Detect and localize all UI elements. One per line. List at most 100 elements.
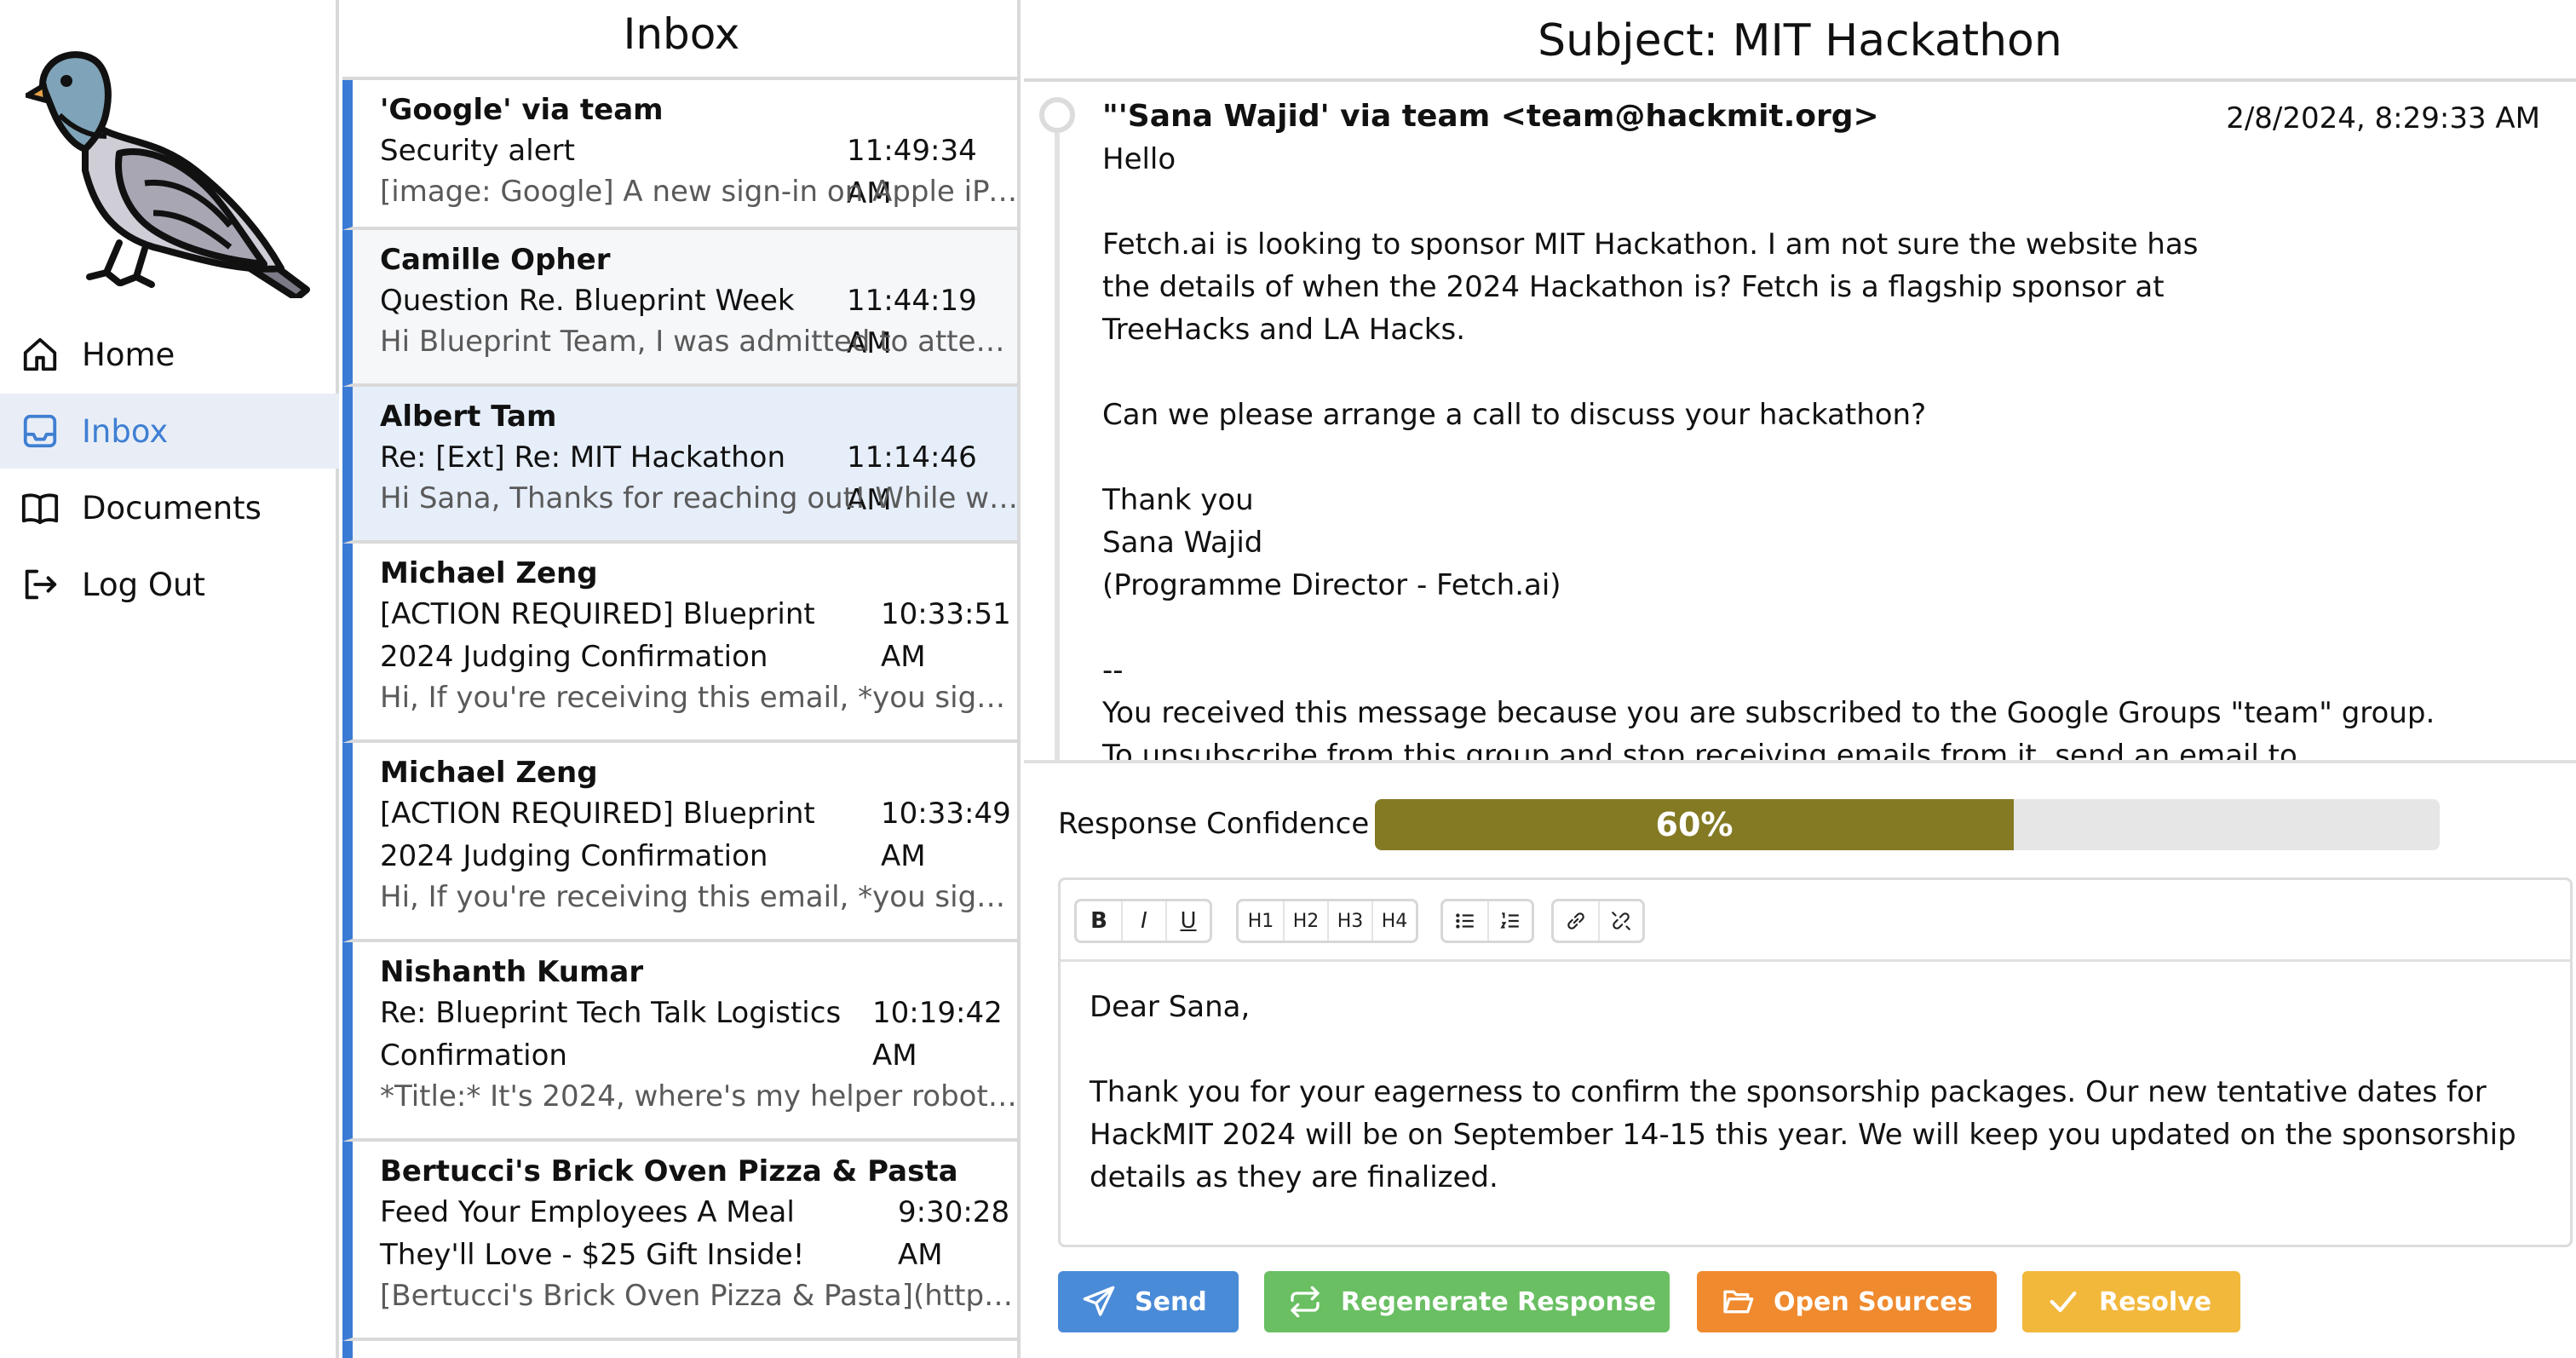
email-snippet: Hi, If you're receiving this email, *you… xyxy=(380,681,1019,715)
email-sender: Bertucci's Brick Oven Pizza & Pasta xyxy=(380,1154,958,1188)
body-line: To unsubscribe from this group and stop … xyxy=(1102,739,2297,763)
sidebar-item-label: Home xyxy=(82,336,175,373)
email-row[interactable]: Camille Opher Question Re. Blueprint Wee… xyxy=(342,230,1019,387)
sidebar-item-label: Inbox xyxy=(82,412,169,450)
format-group: B I U xyxy=(1074,899,1212,943)
email-subject: Security alert xyxy=(380,134,575,168)
confidence-fill: 60% xyxy=(1375,799,2014,850)
email-snippet: [Bertucci's Brick Oven Pizza & Pasta](ht… xyxy=(380,1279,1019,1313)
open-sources-label: Open Sources xyxy=(1774,1286,1973,1317)
bold-button[interactable]: B xyxy=(1077,901,1121,941)
h4-button[interactable]: H4 xyxy=(1371,901,1416,941)
resolve-label: Resolve xyxy=(2099,1286,2212,1317)
editor-content[interactable]: Dear Sana, Thank you for your eagerness … xyxy=(1090,986,2538,1199)
editor-line xyxy=(1090,1028,2538,1071)
body-line: Thank you xyxy=(1102,483,1254,517)
sidebar-item-inbox[interactable]: Inbox xyxy=(0,394,339,469)
heading-group: H1 H2 H3 H4 xyxy=(1236,899,1418,943)
list-group xyxy=(1440,899,1534,943)
email-subject: Re: [Ext] Re: MIT Hackathon xyxy=(380,440,786,475)
email-subject: [ACTION REQUIRED] Blueprint 2024 Judging… xyxy=(380,797,815,873)
body-line: Fetch.ai is looking to sponsor MIT Hacka… xyxy=(1102,227,2199,262)
email-snippet: Hi Blueprint Team, I was admitted to att… xyxy=(380,325,1019,359)
check-icon xyxy=(2050,1291,2077,1313)
message-date: 2/8/2024, 8:29:33 AM xyxy=(2226,101,2540,135)
email-row[interactable] xyxy=(342,1341,1017,1358)
unlink-button[interactable] xyxy=(1598,901,1642,941)
inbox-icon xyxy=(23,414,57,448)
email-sender: Michael Zeng xyxy=(380,556,598,590)
folder-open-icon xyxy=(1723,1290,1754,1314)
link-button[interactable] xyxy=(1554,901,1598,941)
numbered-list-icon xyxy=(1500,912,1519,929)
thread-line xyxy=(1055,116,1060,760)
editor-toolbar: B I U H1 H2 H3 H4 xyxy=(1061,880,2570,962)
editor-line: Thank you for your eagerness to confirm … xyxy=(1090,1075,2487,1109)
book-icon xyxy=(21,493,59,525)
email-time: 10:19:42 AM xyxy=(872,996,1003,1073)
editor-line: Dear Sana, xyxy=(1090,990,1251,1024)
email-snippet: Hi Sana, Thanks for reaching out! While … xyxy=(380,481,1019,515)
regenerate-label: Regenerate Response xyxy=(1341,1286,1657,1317)
numbered-list-button[interactable] xyxy=(1487,901,1532,941)
body-line xyxy=(1102,351,2550,394)
email-sender: Albert Tam xyxy=(380,400,557,434)
editor-line: HackMIT 2024 will be on September 14-15 … xyxy=(1090,1118,2516,1152)
email-snippet: *Title:* It's 2024, where's my helper ro… xyxy=(380,1079,1017,1113)
body-line: Can we please arrange a call to discuss … xyxy=(1102,398,1927,432)
repeat-icon xyxy=(1291,1286,1320,1318)
regenerate-button[interactable]: Regenerate Response xyxy=(1264,1271,1670,1332)
email-row-selected[interactable]: Albert Tam Re: [Ext] Re: MIT Hackathon 1… xyxy=(342,387,1019,544)
email-row[interactable]: Bertucci's Brick Oven Pizza & Pasta Feed… xyxy=(342,1142,1019,1341)
body-line: TreeHacks and LA Hacks. xyxy=(1102,313,1466,347)
h3-button[interactable]: H3 xyxy=(1327,901,1371,941)
inbox-list: Inbox 'Google' via team Security alert 1… xyxy=(342,0,1021,1358)
reply-editor[interactable]: B I U H1 H2 H3 H4 Dear Sana, Thank you f… xyxy=(1058,878,2573,1247)
pigeon-logo-icon xyxy=(26,51,310,298)
email-row[interactable]: Michael Zeng [ACTION REQUIRED] Blueprint… xyxy=(342,743,1017,942)
body-line xyxy=(1102,607,2550,649)
link-group xyxy=(1551,899,1645,943)
sidebar-item-home[interactable]: Home xyxy=(0,317,339,392)
home-icon xyxy=(23,337,57,371)
h2-button[interactable]: H2 xyxy=(1283,901,1327,941)
email-subject: Re: Blueprint Tech Talk Logistics Confir… xyxy=(380,996,842,1073)
email-sender: Camille Opher xyxy=(380,243,611,277)
message-thread[interactable]: "'Sana Wajid' via team <team@hackmit.org… xyxy=(1024,82,2576,763)
body-line: Sana Wajid xyxy=(1102,526,1263,560)
email-row[interactable]: Nishanth Kumar Re: Blueprint Tech Talk L… xyxy=(342,942,1017,1142)
email-rows: 'Google' via team Security alert 11:49:3… xyxy=(342,80,1019,1358)
body-line: the details of when the 2024 Hackathon i… xyxy=(1102,270,2165,304)
body-line: You received this message because you ar… xyxy=(1102,696,2435,730)
italic-button[interactable]: I xyxy=(1121,901,1165,941)
email-sender: Michael Zeng xyxy=(380,756,598,790)
email-subject: Question Re. Blueprint Week xyxy=(380,284,795,318)
email-snippet: [image: Google] A new sign-in on Apple i… xyxy=(380,175,1019,209)
h1-button[interactable]: H1 xyxy=(1239,901,1283,941)
send-button[interactable]: Send xyxy=(1058,1271,1239,1332)
sidebar-item-documents[interactable]: Documents xyxy=(0,470,339,545)
sidebar: Home Inbox Documents Log Out xyxy=(0,0,339,1358)
inbox-title: Inbox xyxy=(342,0,1017,80)
bullet-list-button[interactable] xyxy=(1443,901,1487,941)
body-line xyxy=(1102,181,2550,223)
email-time: 10:33:51 AM xyxy=(881,597,1011,674)
open-sources-button[interactable]: Open Sources xyxy=(1697,1271,1997,1332)
email-subject: Feed Your Employees A Meal They'll Love … xyxy=(380,1195,805,1272)
message-subject: Subject: MIT Hackathon xyxy=(1024,0,2576,82)
message-body: Hello Fetch.ai is looking to sponsor MIT… xyxy=(1102,138,2550,763)
sidebar-item-label: Documents xyxy=(82,489,262,527)
editor-line: details as they are finalized. xyxy=(1090,1160,1498,1194)
email-row[interactable]: Michael Zeng [ACTION REQUIRED] Blueprint… xyxy=(342,544,1019,743)
body-line: Hello xyxy=(1102,142,1176,176)
email-time: 9:30:28 AM xyxy=(898,1195,1010,1272)
email-row[interactable]: 'Google' via team Security alert 11:49:3… xyxy=(342,80,1019,230)
body-line xyxy=(1102,436,2550,479)
email-time: 10:33:49 AM xyxy=(881,797,1011,873)
resolve-button[interactable]: Resolve xyxy=(2022,1271,2240,1332)
confidence-bar: 60% xyxy=(1375,799,2440,850)
underline-button[interactable]: U xyxy=(1165,901,1210,941)
thread-dot xyxy=(1039,97,1075,133)
bullet-list-icon xyxy=(1456,913,1474,929)
sidebar-item-logout[interactable]: Log Out xyxy=(0,547,339,622)
